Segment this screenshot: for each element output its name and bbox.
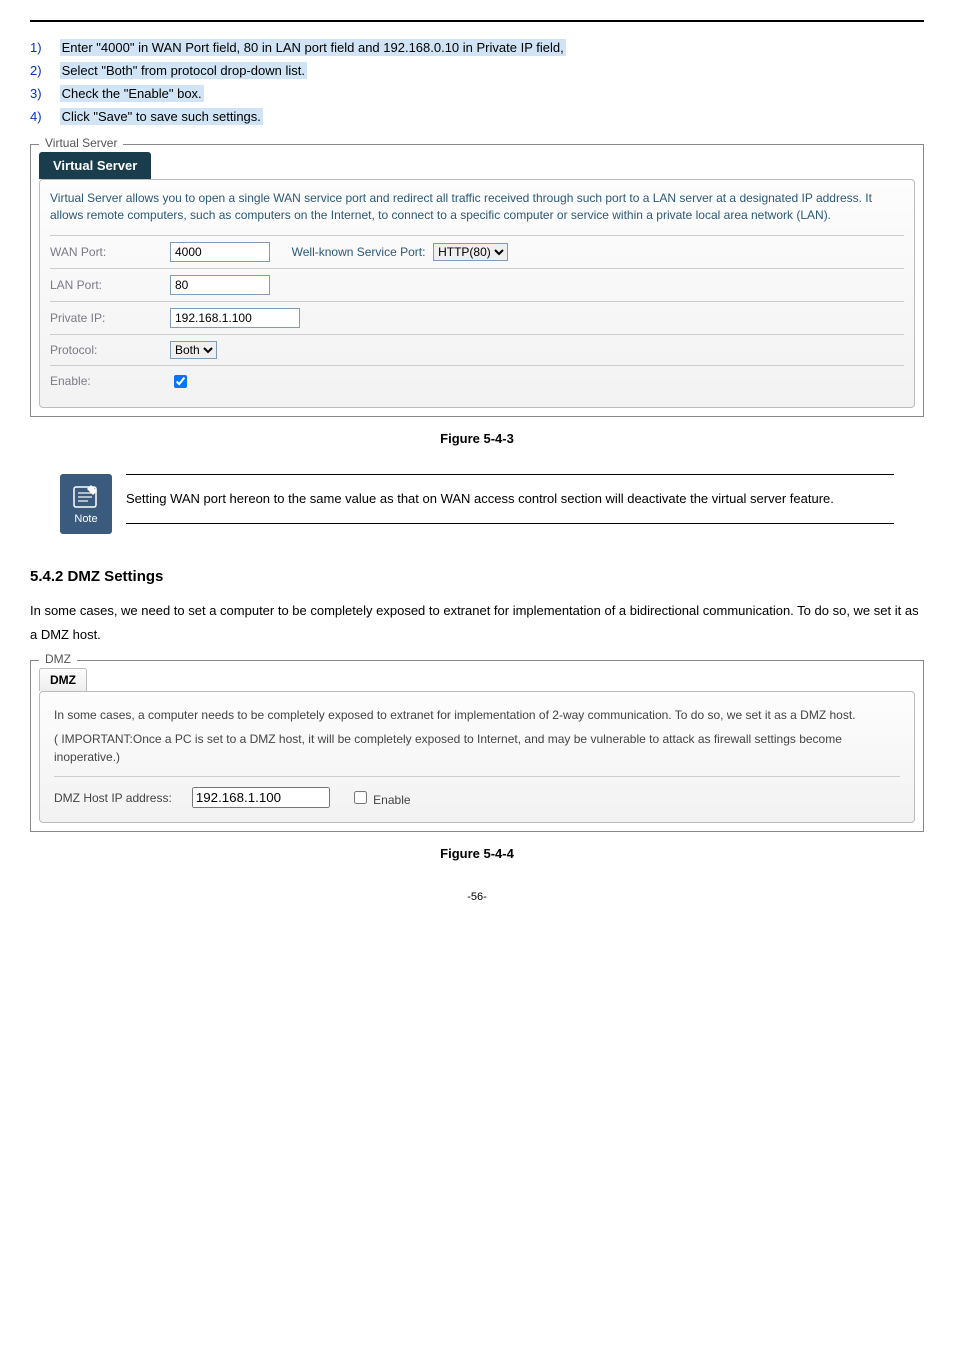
note-label: Note: [74, 513, 97, 525]
dmz-legend: DMZ: [39, 652, 77, 666]
well-known-select[interactable]: HTTP(80): [433, 243, 508, 261]
dmz-p2: ( IMPORTANT:Once a PC is set to a DMZ ho…: [54, 730, 900, 766]
lan-port-input[interactable]: [170, 275, 270, 295]
dmz-tab[interactable]: DMZ: [39, 668, 87, 691]
dmz-enable-checkbox[interactable]: [354, 791, 367, 804]
enable-row: Enable:: [50, 365, 904, 397]
section-heading: 5.4.2 DMZ Settings: [30, 568, 924, 585]
step-text: Select "Both" from protocol drop-down li…: [60, 62, 307, 79]
figure-caption-1: Figure 5-4-3: [30, 431, 924, 446]
dmz-enable-wrap[interactable]: Enable: [350, 788, 411, 807]
page-number: -56-: [30, 891, 924, 903]
vs-intro: Virtual Server allows you to open a sing…: [50, 190, 904, 225]
protocol-label: Protocol:: [50, 343, 170, 357]
dmz-host-input[interactable]: [192, 787, 330, 808]
top-rule: [30, 20, 924, 22]
step-text: Enter "4000" in WAN Port field, 80 in LA…: [60, 39, 566, 56]
virtual-server-fieldset: Virtual Server Virtual Server Virtual Se…: [30, 144, 924, 417]
step-text: Click "Save" to save such settings.: [60, 108, 263, 125]
step-1: 1) Enter "4000" in WAN Port field, 80 in…: [30, 40, 924, 55]
figure-caption-2: Figure 5-4-4: [30, 846, 924, 861]
dmz-host-row: DMZ Host IP address: Enable: [54, 787, 900, 808]
lan-port-row: LAN Port:: [50, 268, 904, 301]
lan-port-label: LAN Port:: [50, 278, 170, 292]
private-ip-row: Private IP:: [50, 301, 904, 334]
wan-port-label: WAN Port:: [50, 245, 170, 259]
dmz-fieldset: DMZ DMZ In some cases, a computer needs …: [30, 660, 924, 832]
note-text: Setting WAN port hereon to the same valu…: [126, 474, 894, 525]
dmz-separator: [54, 776, 900, 777]
step-num: 2): [30, 63, 56, 78]
enable-label: Enable:: [50, 374, 170, 388]
dmz-panel: In some cases, a computer needs to be co…: [39, 691, 915, 823]
wan-port-row: WAN Port: Well-known Service Port: HTTP(…: [50, 235, 904, 268]
private-ip-label: Private IP:: [50, 311, 170, 325]
private-ip-input[interactable]: [170, 308, 300, 328]
protocol-select[interactable]: Both: [170, 341, 217, 359]
steps-list: 1) Enter "4000" in WAN Port field, 80 in…: [30, 40, 924, 124]
step-4: 4) Click "Save" to save such settings.: [30, 109, 924, 124]
step-text: Check the "Enable" box.: [60, 85, 204, 102]
fieldset-legend: Virtual Server: [39, 136, 123, 150]
protocol-row: Protocol: Both: [50, 334, 904, 365]
step-num: 1): [30, 40, 56, 55]
step-num: 3): [30, 86, 56, 101]
virtual-server-panel: Virtual Server allows you to open a sing…: [39, 179, 915, 408]
step-num: 4): [30, 109, 56, 124]
wan-port-input[interactable]: [170, 242, 270, 262]
step-2: 2) Select "Both" from protocol drop-down…: [30, 63, 924, 78]
enable-checkbox[interactable]: [174, 375, 187, 388]
virtual-server-tab[interactable]: Virtual Server: [39, 152, 151, 179]
note-block: Note Setting WAN port hereon to the same…: [60, 474, 894, 534]
section-intro: In some cases, we need to set a computer…: [30, 599, 924, 648]
step-3: 3) Check the "Enable" box.: [30, 86, 924, 101]
notepad-icon: [71, 483, 101, 511]
well-known-label: Well-known Service Port:: [292, 245, 426, 259]
dmz-enable-label: Enable: [373, 793, 410, 807]
note-icon: Note: [60, 474, 112, 534]
dmz-p1: In some cases, a computer needs to be co…: [54, 706, 900, 724]
dmz-host-label: DMZ Host IP address:: [54, 791, 172, 805]
